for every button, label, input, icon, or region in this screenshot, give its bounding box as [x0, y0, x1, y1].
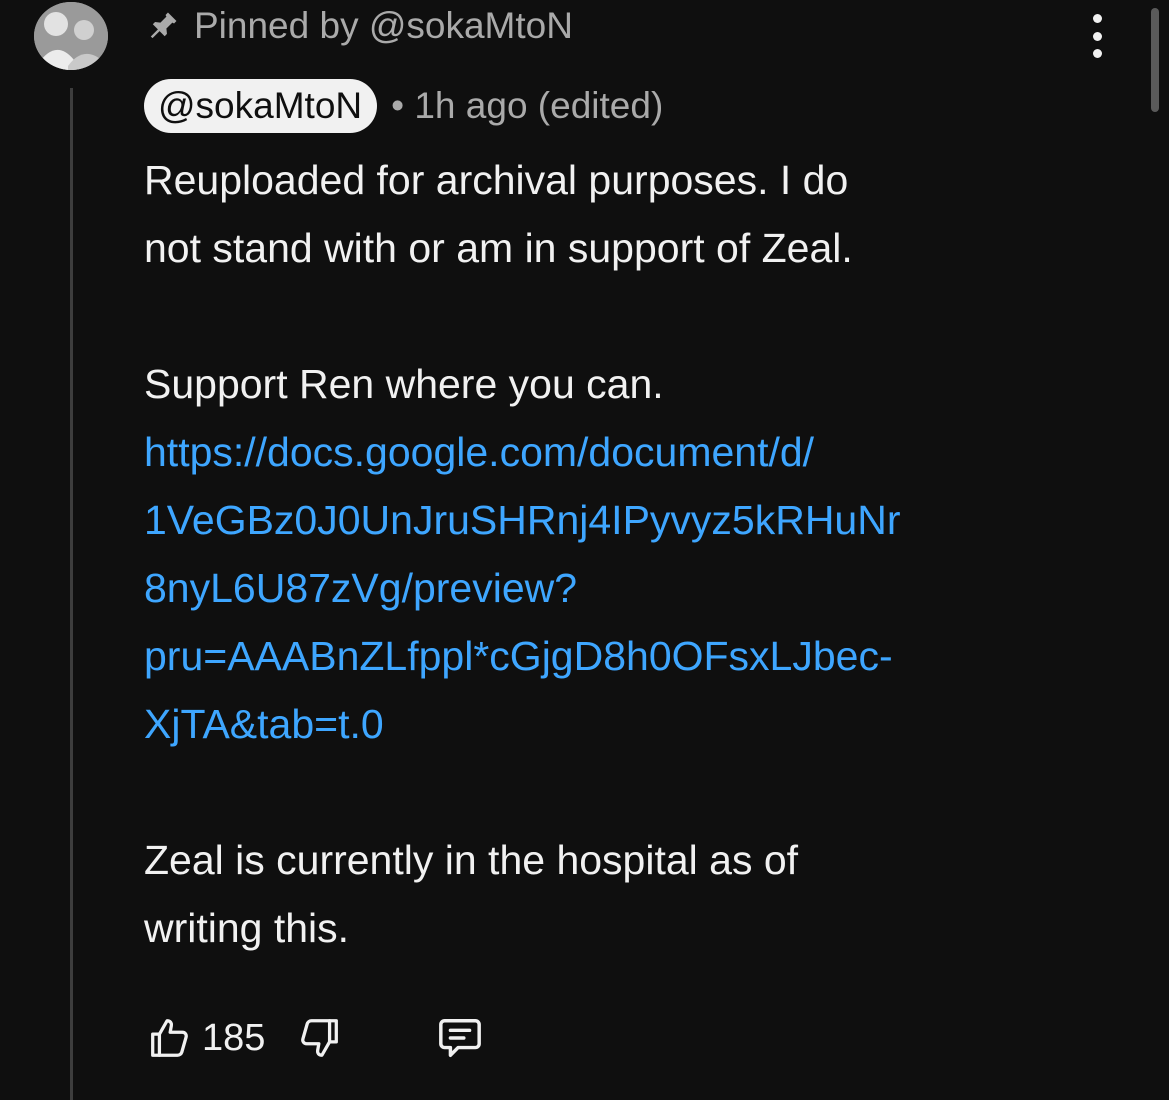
- more-options-button[interactable]: [1082, 14, 1112, 58]
- pin-icon: [146, 9, 180, 43]
- comment-link[interactable]: XjTA&tab=t.0: [144, 690, 1094, 758]
- dislike-button[interactable]: [295, 1013, 345, 1063]
- link-text[interactable]: https://docs.google.com/document/d/: [144, 429, 814, 475]
- more-vertical-icon-dot: [1092, 49, 1102, 58]
- pinned-text: Pinned by @sokaMtoN: [194, 5, 573, 46]
- comment-line: not stand with or am in support of Zeal.: [144, 225, 853, 271]
- comment-header: @sokaMtoN • 1h ago (edited): [144, 78, 663, 134]
- reply-button[interactable]: [435, 1013, 485, 1063]
- pinned-indicator: Pinned by @sokaMtoN: [146, 2, 573, 50]
- comment-timestamp: • 1h ago (edited): [391, 85, 664, 126]
- avatar[interactable]: [34, 2, 108, 70]
- comment-text: Reuploaded for archival purposes. I do n…: [144, 146, 1094, 962]
- link-text[interactable]: 1VeGBz0J0UnJruSHRnj4IPyvyz5kRHuNr: [144, 497, 901, 543]
- reply-comment-icon: [439, 1019, 482, 1057]
- comment-line: Zeal is currently in the hospital as of: [144, 837, 799, 883]
- comment-actions: 185: [144, 1010, 485, 1066]
- thumbs-up-icon: [151, 1019, 188, 1057]
- scrollbar[interactable]: [1151, 8, 1159, 112]
- comment-line: writing this.: [144, 905, 350, 951]
- comment-line: Reuploaded for archival purposes. I do: [144, 157, 849, 203]
- comment-link[interactable]: 1VeGBz0J0UnJruSHRnj4IPyvyz5kRHuNr: [144, 486, 1094, 554]
- link-text[interactable]: XjTA&tab=t.0: [144, 701, 384, 747]
- link-text[interactable]: pru=AAABnZLfppl*cGjgD8h0OFsxLJbec-: [144, 633, 893, 679]
- thread-line: [70, 88, 73, 1100]
- comment-link[interactable]: https://docs.google.com/document/d/: [144, 418, 1094, 486]
- link-text[interactable]: 8nyL6U87zVg/preview?: [144, 565, 577, 611]
- comment-link[interactable]: pru=AAABnZLfppl*cGjgD8h0OFsxLJbec-: [144, 622, 1094, 690]
- more-vertical-icon-dot: [1092, 14, 1102, 23]
- more-vertical-icon-dot: [1092, 31, 1102, 41]
- author-chip[interactable]: @sokaMtoN: [144, 79, 378, 133]
- comment-link[interactable]: 8nyL6U87zVg/preview?: [144, 554, 1094, 622]
- comment-line: Support Ren where you can.: [144, 361, 664, 407]
- like-button[interactable]: [144, 1013, 194, 1063]
- thumbs-down-icon: [301, 1019, 339, 1057]
- like-count: 185: [202, 1016, 266, 1059]
